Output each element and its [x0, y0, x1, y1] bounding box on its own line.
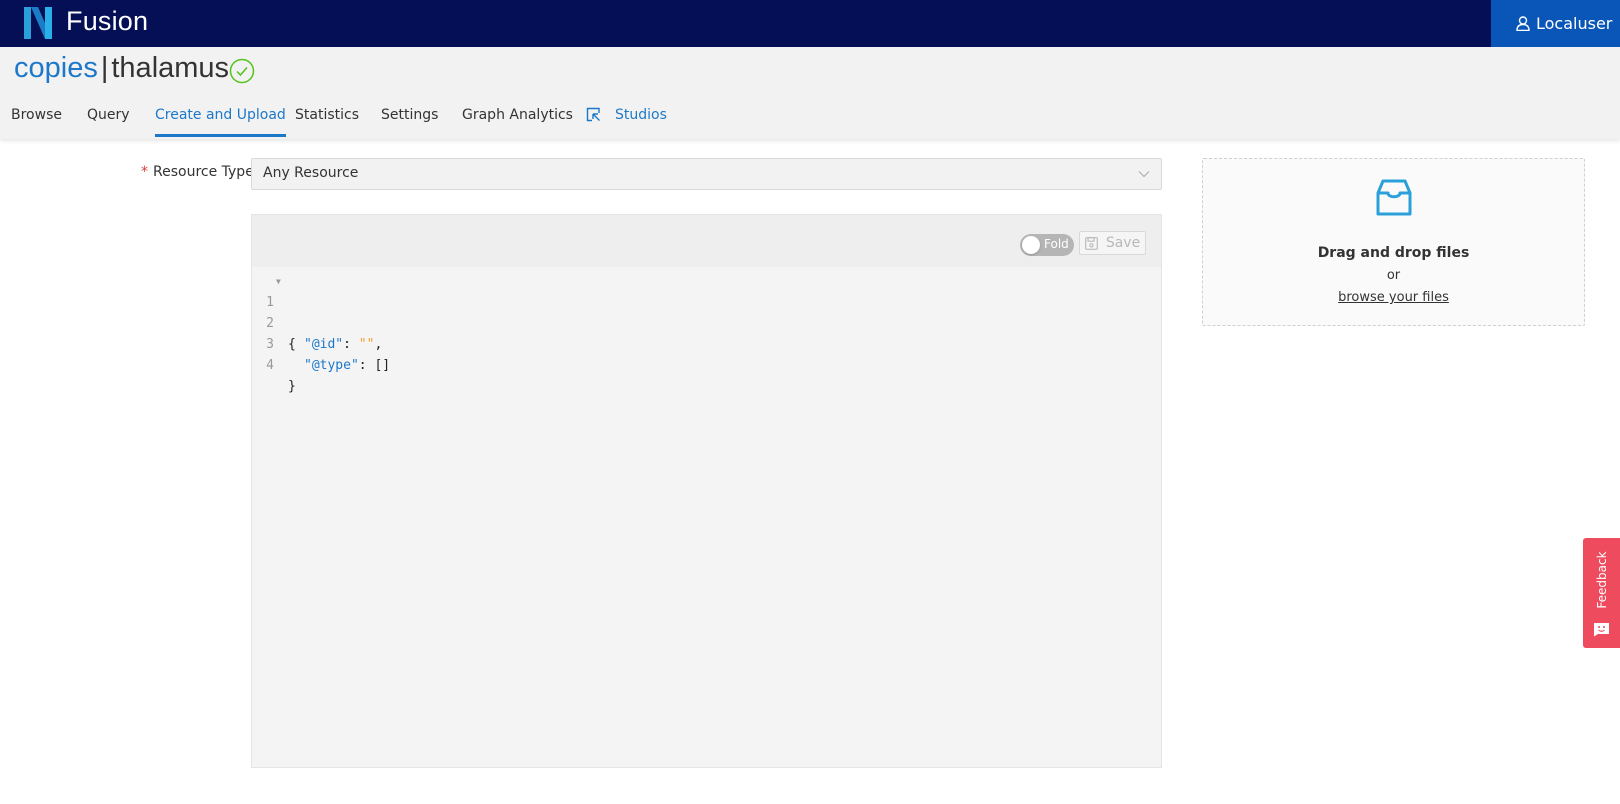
project-name: thalamus: [111, 52, 230, 84]
line-number: 4: [266, 358, 274, 373]
resource-type-value: Any Resource: [263, 165, 359, 181]
chevron-down-icon: [1138, 171, 1150, 178]
toggle-knob: [1022, 236, 1040, 254]
title-separator: |: [100, 52, 109, 84]
required-mark: *: [141, 164, 148, 180]
code-line: 2 "@id": "",: [252, 292, 1161, 352]
smiley-chat-icon: [1594, 623, 1609, 637]
tab-studios[interactable]: Studios: [615, 92, 667, 139]
project-tabs: Browse Query Create and Upload Statistic…: [0, 92, 1620, 139]
tab-statistics[interactable]: Statistics: [295, 92, 359, 139]
code-text: }: [288, 379, 296, 394]
code-area[interactable]: 1 ▼ { 2 "@id": "", 3 "@type": [] 4 }: [252, 271, 1161, 394]
feedback-button[interactable]: Feedback: [1583, 538, 1620, 648]
project-title: copies | thalamus: [14, 52, 229, 85]
save-label: Save: [1105, 235, 1141, 251]
dropzone-title: Drag and drop files: [1317, 245, 1470, 261]
code-text: "@type": []: [304, 355, 390, 376]
code-line: 3 "@type": []: [252, 313, 1161, 373]
json-colon: :: [358, 358, 375, 373]
code-line: 4 }: [252, 334, 1161, 394]
org-link[interactable]: copies: [14, 52, 98, 84]
app-title[interactable]: Fusion: [66, 6, 148, 37]
resource-type-label-text: Resource Type :: [153, 164, 263, 180]
dropzone-or: or: [1386, 268, 1401, 283]
check-circle-icon: [229, 58, 255, 84]
resource-type-label: * Resource Type :: [141, 164, 263, 180]
feedback-label: Feedback: [1594, 551, 1609, 609]
editor-toolbar: Fold Save: [252, 215, 1161, 267]
user-name: Localuser: [1536, 14, 1613, 33]
save-button[interactable]: Save: [1079, 231, 1146, 255]
tab-create-and-upload[interactable]: Create and Upload: [155, 92, 286, 139]
browse-files-link[interactable]: browse your files: [1338, 290, 1449, 305]
fold-label: Fold: [1044, 237, 1069, 251]
tab-browse[interactable]: Browse: [11, 92, 62, 139]
tab-graph-analytics[interactable]: Graph Analytics: [462, 92, 573, 139]
nexus-logo-icon[interactable]: [24, 7, 52, 39]
json-key: "@type": [304, 358, 359, 373]
inbox-icon: [1376, 179, 1412, 216]
resource-type-select[interactable]: Any Resource: [251, 158, 1162, 190]
user-menu-button[interactable]: Localuser: [1491, 0, 1620, 47]
save-icon: [1084, 236, 1098, 250]
tab-settings[interactable]: Settings: [381, 92, 438, 139]
json-value: []: [374, 358, 391, 373]
code-line: 1 ▼ {: [252, 271, 1161, 352]
fold-toggle[interactable]: Fold: [1020, 234, 1074, 256]
top-navbar: Fusion Localuser: [0, 0, 1620, 47]
external-select-icon: [586, 107, 600, 122]
user-icon: [1516, 16, 1530, 31]
tab-query[interactable]: Query: [87, 92, 130, 139]
json-editor[interactable]: Fold Save 1 ▼ { 2 "@id": "", 3 "@type": …: [251, 214, 1162, 768]
file-dropzone[interactable]: Drag and drop files or browse your files: [1202, 158, 1585, 326]
fold-arrow-icon[interactable]: ▼: [276, 271, 281, 292]
